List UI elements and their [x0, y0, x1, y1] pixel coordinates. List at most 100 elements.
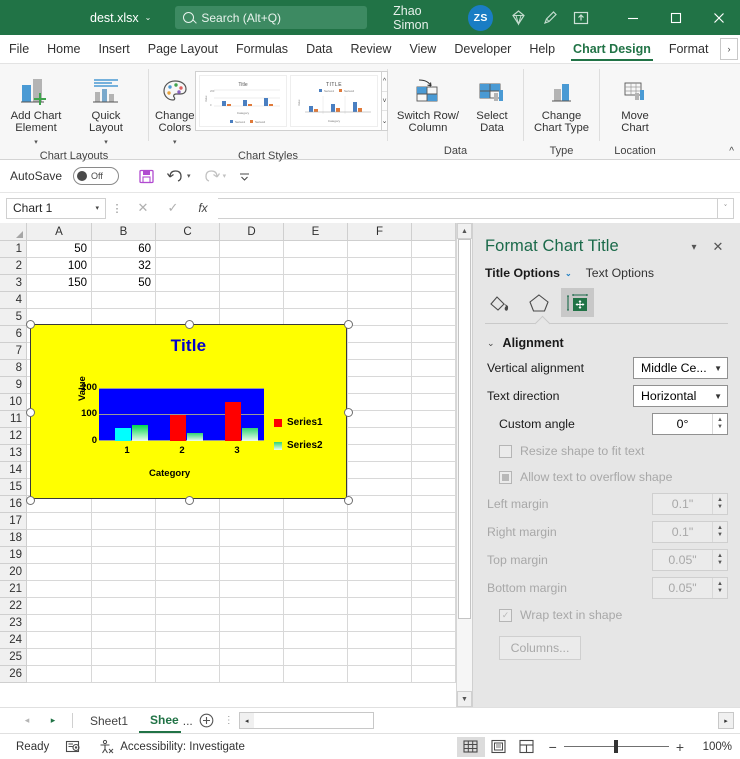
cell-F16[interactable] — [348, 496, 412, 513]
cell-G17[interactable] — [412, 513, 456, 530]
cell-E25[interactable] — [284, 649, 348, 666]
name-box[interactable]: Chart 1 ▾ — [6, 198, 106, 219]
tab-review[interactable]: Review — [341, 35, 400, 63]
select-all-corner[interactable] — [0, 223, 27, 240]
cell-D17[interactable] — [220, 513, 284, 530]
cell-G13[interactable] — [412, 445, 456, 462]
chart-legend-item-series2[interactable]: Series2 — [274, 440, 323, 451]
tab-title-options[interactable]: Title Options ⌄ — [485, 266, 572, 280]
cell-C22[interactable] — [156, 598, 220, 615]
cell-F21[interactable] — [348, 581, 412, 598]
cell-E20[interactable] — [284, 564, 348, 581]
cell-D20[interactable] — [220, 564, 284, 581]
horizontal-scrollbar[interactable]: ◂ — [239, 712, 374, 729]
cell-C19[interactable] — [156, 547, 220, 564]
cell-B20[interactable] — [92, 564, 156, 581]
worksheet-vertical-scrollbar[interactable]: ▲ ▼ — [456, 223, 472, 707]
chart-bar-series2-cat2[interactable] — [187, 433, 203, 441]
cell-E17[interactable] — [284, 513, 348, 530]
accessibility-status[interactable]: Accessibility: Investigate — [90, 739, 253, 754]
fill-line-icon[interactable] — [483, 288, 516, 317]
cell-G18[interactable] — [412, 530, 456, 547]
cell-F20[interactable] — [348, 564, 412, 581]
row-header-7[interactable]: 7 — [0, 343, 26, 360]
cell-G12[interactable] — [412, 428, 456, 445]
cell-G8[interactable] — [412, 360, 456, 377]
cell-D1[interactable] — [220, 241, 284, 258]
cell-A19[interactable] — [27, 547, 92, 564]
cell-D26[interactable] — [220, 666, 284, 683]
row-header-8[interactable]: 8 — [0, 360, 26, 377]
row-header-3[interactable]: 3 — [0, 275, 26, 292]
row-header-26[interactable]: 26 — [0, 666, 26, 683]
cell-D3[interactable] — [220, 275, 284, 292]
row-header-12[interactable]: 12 — [0, 428, 26, 445]
cell-D2[interactable] — [220, 258, 284, 275]
cell-F5[interactable] — [348, 309, 412, 326]
chart-legend-item-series1[interactable]: Series1 — [274, 417, 323, 428]
cell-F11[interactable] — [348, 411, 412, 428]
row-header-10[interactable]: 10 — [0, 394, 26, 411]
gallery-expand-icon[interactable]: ⌄ — [382, 111, 388, 130]
cell-G16[interactable] — [412, 496, 456, 513]
record-macro-button[interactable] — [57, 739, 90, 754]
resize-shape-checkbox[interactable] — [499, 445, 512, 458]
row-header-20[interactable]: 20 — [0, 564, 26, 581]
cell-F2[interactable] — [348, 258, 412, 275]
save-button[interactable] — [138, 168, 155, 185]
row-header-16[interactable]: 16 — [0, 496, 26, 513]
row-header-18[interactable]: 18 — [0, 530, 26, 547]
cell-G25[interactable] — [412, 649, 456, 666]
normal-view-button[interactable] — [457, 737, 485, 757]
chart-object[interactable]: Title Value 200 100 0 — [30, 324, 347, 499]
zoom-out-button[interactable]: − — [549, 739, 557, 755]
cell-F24[interactable] — [348, 632, 412, 649]
zoom-thumb[interactable] — [614, 740, 618, 753]
text-direction-select[interactable]: Horizontal ▼ — [633, 385, 728, 407]
effects-pentagon-icon[interactable] — [522, 288, 555, 317]
cell-A4[interactable] — [27, 292, 92, 309]
ribbon-display-options-icon[interactable] — [566, 3, 597, 33]
cell-F23[interactable] — [348, 615, 412, 632]
cell-A26[interactable] — [27, 666, 92, 683]
chart-handle-middle-left[interactable] — [26, 408, 35, 417]
row-header-6[interactable]: 6 — [0, 326, 26, 343]
cell-G26[interactable] — [412, 666, 456, 683]
add-chart-element-button[interactable]: Add Chart Element ▾ — [0, 69, 72, 149]
chart-bar-series1-cat3[interactable] — [225, 402, 241, 441]
cell-D18[interactable] — [220, 530, 284, 547]
column-header-G-partial[interactable] — [412, 223, 456, 240]
zoom-track[interactable] — [564, 746, 669, 747]
row-header-11[interactable]: 11 — [0, 411, 26, 428]
cell-A23[interactable] — [27, 615, 92, 632]
change-colors-button[interactable]: Change Colors ▾ — [155, 69, 195, 149]
tab-chart-design[interactable]: Chart Design — [564, 35, 660, 63]
cell-A24[interactable] — [27, 632, 92, 649]
chart-bar-series1-cat2[interactable] — [170, 415, 186, 441]
row-header-25[interactable]: 25 — [0, 649, 26, 666]
cell-D24[interactable] — [220, 632, 284, 649]
cell-F12[interactable] — [348, 428, 412, 445]
scroll-down-icon[interactable]: ▼ — [457, 691, 472, 707]
chart-bar-series2-cat1[interactable] — [132, 425, 148, 441]
cell-E21[interactable] — [284, 581, 348, 598]
tab-format[interactable]: Format — [660, 35, 718, 63]
cell-F3[interactable] — [348, 275, 412, 292]
cell-B19[interactable] — [92, 547, 156, 564]
quick-layout-button[interactable]: Quick Layout ▾ — [72, 69, 140, 149]
cell-G14[interactable] — [412, 462, 456, 479]
column-header-F[interactable]: F — [348, 223, 412, 240]
expand-formula-bar-icon[interactable]: ˇ — [718, 198, 734, 219]
cell-F17[interactable] — [348, 513, 412, 530]
chart-handle-bottom-right[interactable] — [344, 496, 353, 505]
row-header-4[interactable]: 4 — [0, 292, 26, 309]
page-break-preview-button[interactable] — [513, 737, 541, 757]
allow-overflow-checkbox-row[interactable]: Allow text to overflow shape — [473, 464, 740, 490]
cell-A21[interactable] — [27, 581, 92, 598]
pen-highlighter-icon[interactable] — [535, 3, 566, 33]
chart-plot-area[interactable] — [99, 388, 264, 441]
formula-input[interactable] — [218, 198, 718, 219]
chart-handle-bottom-center[interactable] — [185, 496, 194, 505]
cell-B4[interactable] — [92, 292, 156, 309]
cell-A18[interactable] — [27, 530, 92, 547]
